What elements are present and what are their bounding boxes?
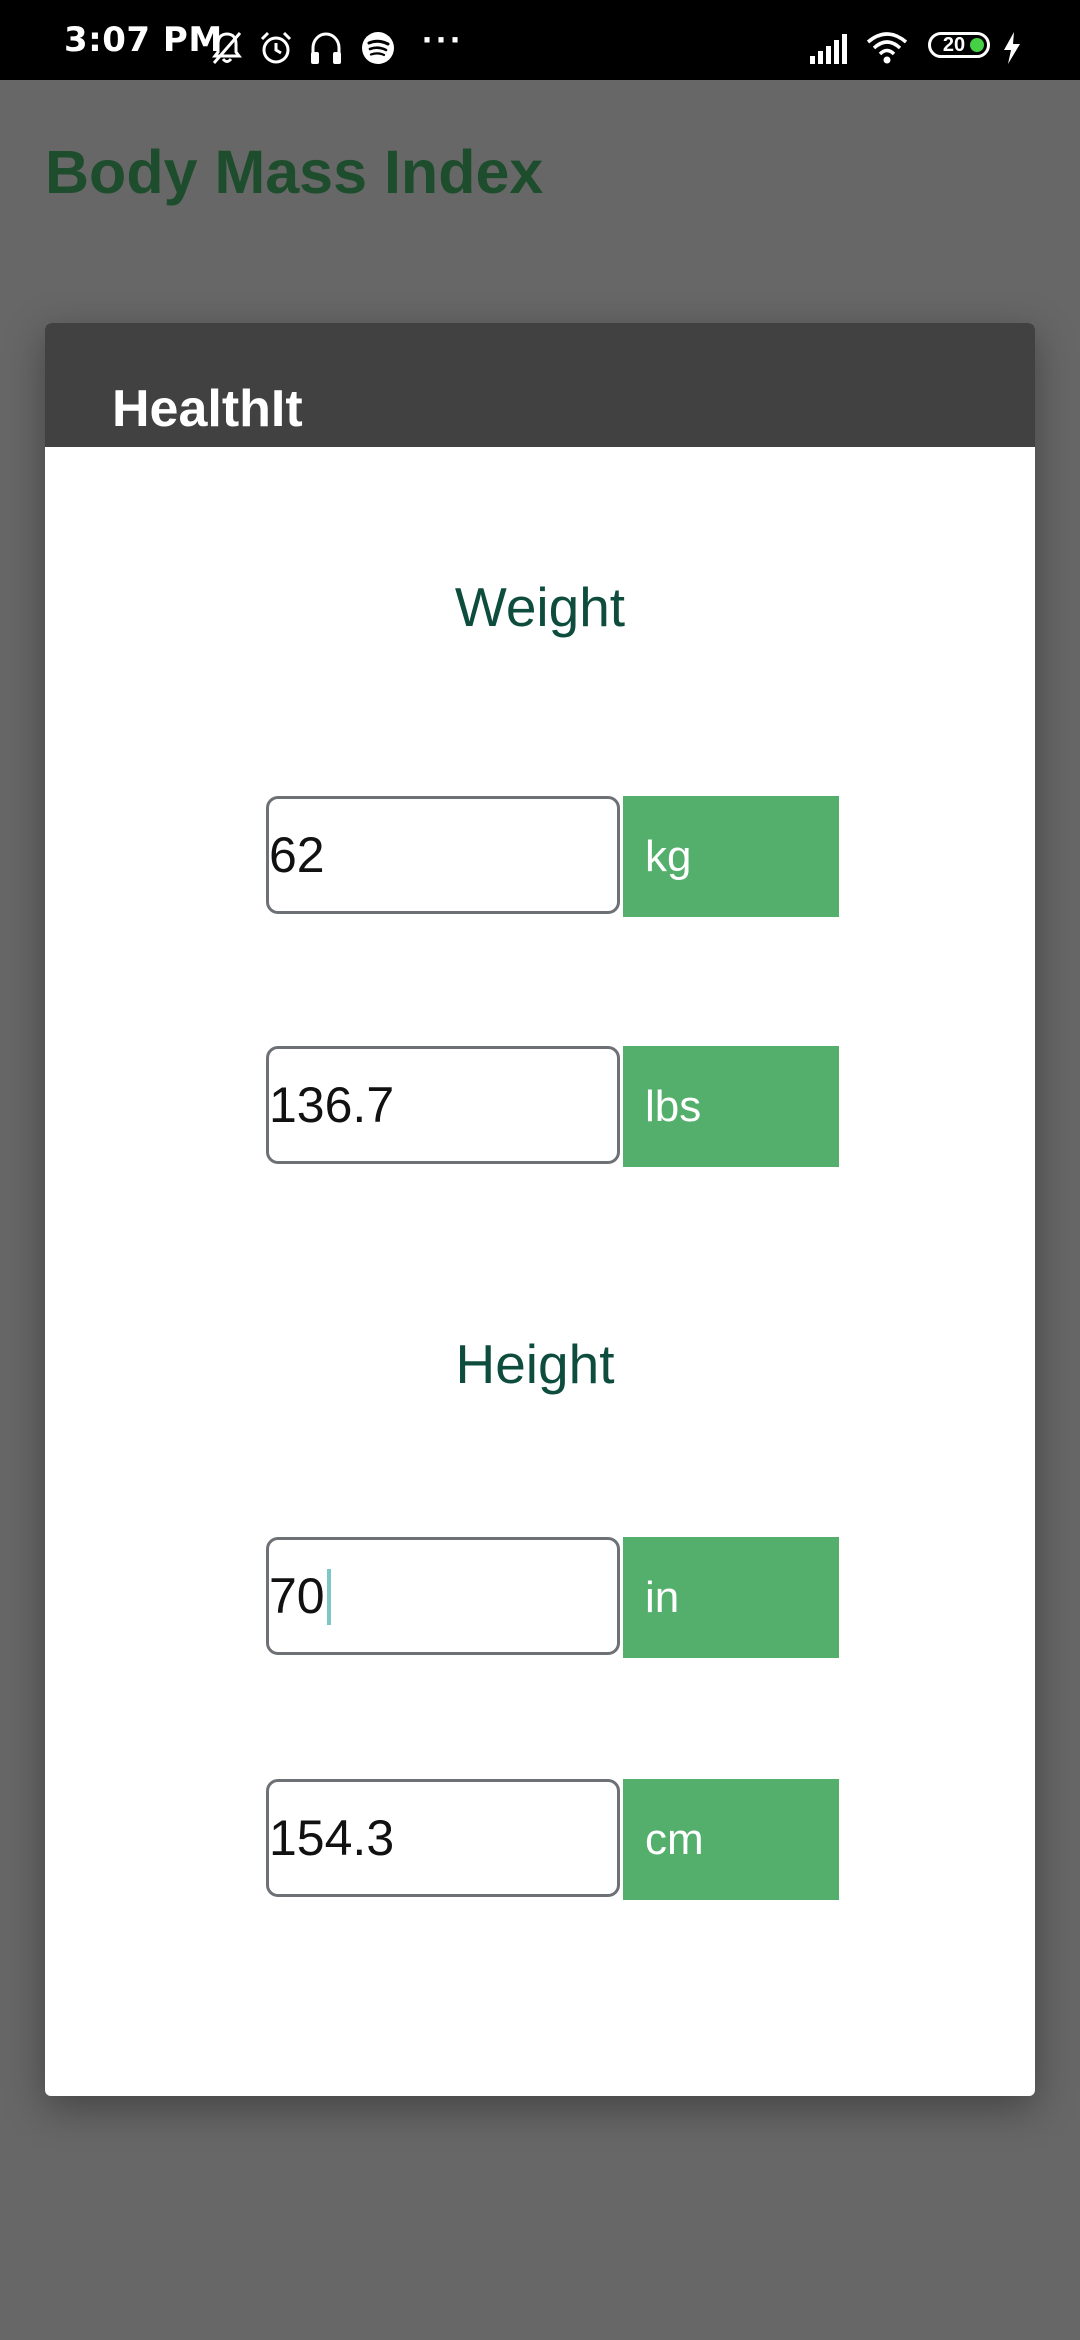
alarm-icon [260, 31, 292, 64]
mute-bell-icon [212, 32, 242, 64]
status-bar: 3:07 PM ··· 20 [0, 0, 1080, 80]
signal-icon [810, 34, 847, 64]
page-title: Body Mass Index [45, 138, 544, 206]
wifi-icon [866, 32, 908, 64]
weight-label: Weight [454, 576, 626, 638]
height-in-input[interactable]: 70 [266, 1537, 620, 1655]
text-cursor [326, 1568, 331, 1625]
dialog-header: HealthIt [45, 323, 1035, 447]
battery-fill [970, 38, 984, 52]
headphones-icon [311, 32, 341, 64]
weight-kg-input[interactable]: 62 [266, 796, 620, 914]
battery-icon: 20 [928, 32, 990, 58]
height-in-field-content: 70 [269, 1540, 331, 1652]
conversion-dialog: HealthIt Weight 62 kg 136.7 lbs Height 7… [45, 323, 1035, 2096]
charging-icon [1004, 32, 1020, 64]
weight-lbs-input[interactable]: 136.7 [266, 1046, 620, 1164]
dialog-title: HealthIt [112, 380, 303, 438]
unit-in-label: in [623, 1537, 839, 1658]
unit-cm-label: cm [623, 1779, 839, 1900]
status-time: 3:07 PM [64, 20, 223, 60]
height-label: Height [455, 1333, 615, 1395]
weight-lbs-value: 136.7 [269, 1077, 395, 1133]
height-in-value: 70 [269, 1568, 325, 1624]
spotify-icon [362, 32, 394, 64]
unit-lbs-label: lbs [623, 1046, 839, 1167]
weight-kg-value: 62 [269, 827, 325, 883]
unit-kg-label: kg [623, 796, 839, 917]
height-cm-input[interactable]: 154.3 [266, 1779, 620, 1897]
height-cm-value: 154.3 [269, 1810, 395, 1866]
more-notifications-icon: ··· [422, 19, 464, 60]
